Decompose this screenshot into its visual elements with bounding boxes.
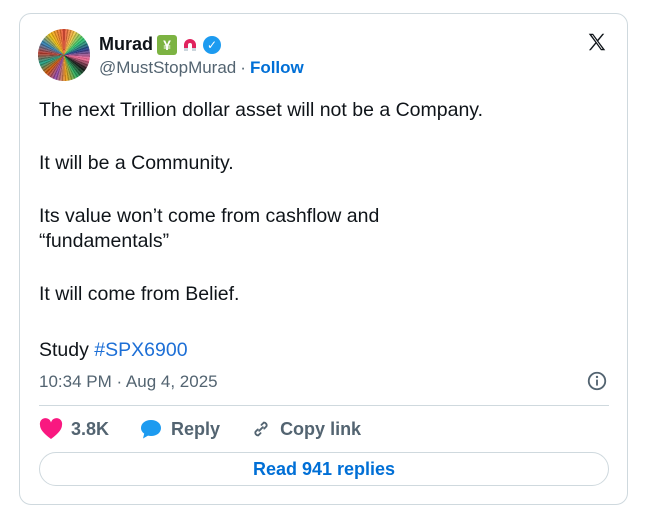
tweet-paragraph: Its value won’t come from cashflow and “…: [39, 205, 380, 252]
heart-icon: [39, 418, 63, 439]
reply-button[interactable]: Reply: [139, 418, 220, 440]
verified-badge-icon: ✓: [203, 35, 221, 54]
tweet-paragraph: It will be a Community.: [39, 152, 234, 174]
author-name[interactable]: Murad: [99, 34, 153, 55]
divider: [39, 405, 609, 406]
avatar[interactable]: [38, 29, 90, 81]
tweet-text: The next Trillion dollar asset will not …: [39, 98, 609, 335]
link-icon: [254, 421, 268, 437]
author-handle[interactable]: @MustStopMurad: [99, 58, 236, 77]
money-emoji-icon: ¥: [157, 34, 177, 55]
info-icon[interactable]: [586, 370, 608, 392]
separator-dot: ·: [240, 58, 246, 77]
tweet-paragraph: It will come from Belief.: [39, 283, 240, 305]
like-count: 3.8K: [71, 418, 110, 439]
like-button[interactable]: 3.8K: [39, 418, 109, 440]
author-name-row: Murad ¥ ✓: [99, 34, 221, 55]
tweet-timestamp[interactable]: 10:34 PM · Aug 4, 2025: [39, 372, 218, 392]
reply-label: Reply: [171, 418, 221, 439]
study-text: Study: [39, 339, 95, 361]
tweet-actions-bar: 3.8K Reply Copy link: [39, 418, 391, 440]
follow-button[interactable]: Follow: [250, 58, 304, 77]
hashtag-link[interactable]: #SPX6900: [94, 339, 187, 361]
read-replies-button[interactable]: Read 941 replies: [39, 452, 609, 486]
copy-link-label: Copy link: [280, 418, 362, 439]
magnet-emoji-icon: [181, 36, 199, 54]
x-logo-icon[interactable]: [586, 31, 608, 53]
reply-bubble-icon: [141, 420, 162, 439]
tweet-embed-card[interactable]: Murad ¥ ✓ @MustStopMurad · Follow The next…: [19, 13, 628, 505]
tweet-paragraph: The next Trillion dollar asset will not …: [39, 99, 484, 121]
copy-link-button[interactable]: Copy link: [250, 418, 361, 440]
author-handle-row: @MustStopMurad · Follow: [99, 58, 304, 78]
tweet-study-line: Study #SPX6900: [39, 339, 188, 362]
